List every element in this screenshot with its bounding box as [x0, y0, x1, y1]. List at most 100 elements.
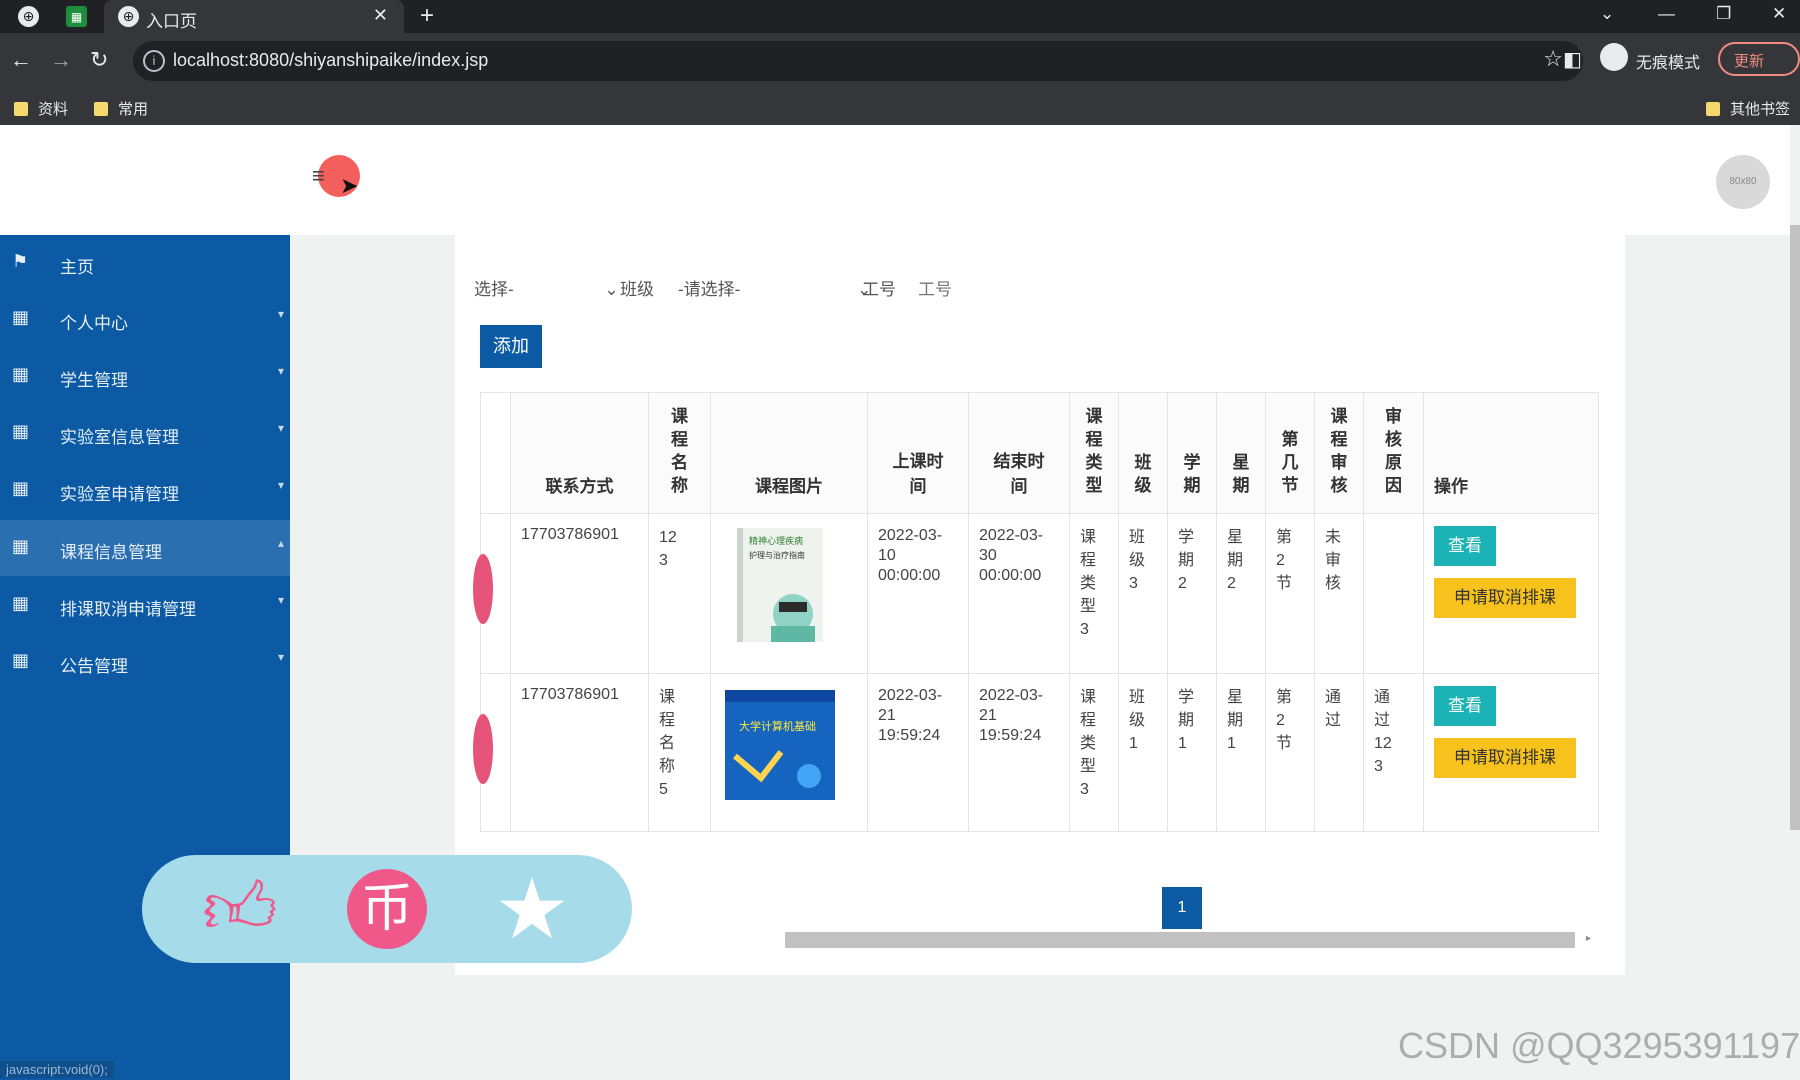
- reaction-bar: 👍︎ 币 ★: [142, 855, 632, 963]
- grid-icon: ▦: [12, 593, 30, 613]
- cell-class: 班级1: [1118, 673, 1168, 832]
- header-weekday: 星期: [1216, 392, 1266, 514]
- cell-text: 学期1: [1178, 689, 1195, 752]
- folder-icon: [14, 101, 28, 116]
- grid-icon: ▦: [12, 536, 30, 556]
- cell-reason: [1363, 513, 1424, 674]
- close-tab-icon[interactable]: ✕: [373, 5, 388, 26]
- cell-weekday: 星期2: [1216, 513, 1266, 674]
- sidebar-item-label: 排课取消申请管理: [60, 600, 196, 619]
- flag-icon: ⚑: [12, 251, 29, 271]
- cell-text: 星期2: [1227, 529, 1244, 592]
- cell-course-type: 课程类型3: [1069, 513, 1119, 674]
- close-window-icon[interactable]: ✕: [1772, 4, 1786, 24]
- sidebar-item-announcements[interactable]: ▦ 公告管理 ▾: [0, 634, 290, 690]
- horizontal-scrollbar[interactable]: ▸: [785, 932, 1591, 948]
- pagination-page-1[interactable]: 1: [1162, 887, 1202, 929]
- book-subtitle-text: 护理与治疗指南: [749, 550, 805, 560]
- restore-icon[interactable]: ❐: [1716, 4, 1731, 24]
- new-tab-icon[interactable]: +: [420, 2, 434, 30]
- url-input[interactable]: i localhost:8080/shiyanshipaike/index.js…: [133, 41, 1583, 81]
- star-icon[interactable]: ★: [492, 867, 572, 951]
- cell-end-time: 2022-03-21 19:59:24: [968, 673, 1070, 832]
- sidebar-item-lab-info[interactable]: ▦ 实验室信息管理 ▾: [0, 405, 290, 461]
- sheet-tab-icon[interactable]: ▦: [66, 6, 87, 27]
- chevron-icon: ▾: [277, 478, 284, 492]
- request-cancel-button[interactable]: 申请取消排课: [1434, 578, 1576, 618]
- globe-icon: ⊕: [118, 6, 139, 27]
- cell-text: 通过123: [1374, 689, 1392, 775]
- header-course-image: 课程图片: [710, 392, 868, 514]
- site-info-icon[interactable]: i: [143, 50, 165, 72]
- cell-text: 学期2: [1178, 529, 1195, 592]
- header-label: 第几节: [1281, 430, 1299, 495]
- chevron-down-icon: ⌄: [604, 280, 619, 299]
- update-button[interactable]: 更新: [1718, 42, 1800, 76]
- cell-term: 学期1: [1167, 673, 1217, 832]
- class-select-value: -请选择-: [678, 280, 741, 299]
- header-contact: 联系方式: [510, 392, 649, 514]
- request-cancel-button[interactable]: 申请取消排课: [1434, 738, 1576, 778]
- back-icon[interactable]: ←: [10, 47, 32, 73]
- course-table: 联系方式 课程名称 课程图片 上课时间 结束时间 课程类型 班级 学期 星期 第…: [473, 392, 1599, 832]
- table-header-row: 联系方式 课程名称 课程图片 上课时间 结束时间 课程类型 班级 学期 星期 第…: [480, 392, 1599, 514]
- like-icon[interactable]: 👍︎: [200, 869, 280, 949]
- view-button[interactable]: 查看: [1434, 686, 1496, 726]
- header-label: 课程名称: [671, 407, 688, 495]
- sidebar-item-course-info[interactable]: ▦ 课程信息管理 ▴: [0, 520, 290, 576]
- decoration-shape: [473, 714, 493, 784]
- other-bookmarks-label: 其他书签: [1730, 101, 1791, 118]
- staff-id-input[interactable]: 工号: [918, 275, 952, 300]
- cell-text: 2022-03-21 19:59:24: [979, 687, 1044, 744]
- cell-actions: 查看 申请取消排课: [1423, 673, 1599, 832]
- scroll-right-icon[interactable]: ▸: [1586, 933, 1591, 944]
- header-label: 学期: [1183, 453, 1201, 495]
- sidebar-item-lab-application[interactable]: ▦ 实验室申请管理 ▾: [0, 462, 290, 518]
- filter-select-1[interactable]: 选择- ⌄: [474, 275, 619, 300]
- menu-toggle-button[interactable]: ≡ ➤: [312, 155, 360, 198]
- class-select[interactable]: -请选择- ⌄: [678, 275, 871, 300]
- header-label: 课程类型: [1085, 407, 1103, 495]
- other-bookmarks[interactable]: 其他书签: [1706, 98, 1790, 119]
- browser-logo-icon[interactable]: ⊕: [18, 6, 39, 27]
- sidebar-item-students[interactable]: ▦ 学生管理 ▾: [0, 348, 290, 404]
- grid-icon: ▦: [12, 478, 30, 498]
- sidebar-item-cancel-requests[interactable]: ▦ 排课取消申请管理 ▾: [0, 577, 290, 633]
- grid-icon: ▦: [12, 364, 30, 384]
- cell-course-image: 大学计算机基础: [710, 673, 868, 832]
- cell-section: 第2节: [1265, 513, 1315, 674]
- sidebar-item-label: 主页: [60, 258, 94, 277]
- coin-icon[interactable]: 币: [347, 869, 427, 949]
- minimize-icon[interactable]: —: [1658, 4, 1675, 24]
- forward-icon[interactable]: →: [50, 47, 72, 73]
- view-button[interactable]: 查看: [1434, 526, 1496, 566]
- sidebar-item-label: 课程信息管理: [60, 543, 162, 562]
- sidebar-item-label: 实验室申请管理: [60, 485, 179, 504]
- header-end-time: 结束时间: [968, 392, 1070, 514]
- reload-icon[interactable]: ↻: [90, 47, 108, 73]
- side-panel-icon[interactable]: ◧: [1563, 47, 1582, 72]
- incognito-icon[interactable]: [1600, 43, 1628, 71]
- avatar[interactable]: 80x80: [1716, 155, 1770, 209]
- bookmark-folder-common[interactable]: 常用: [94, 98, 148, 119]
- sidebar-item-label: 公告管理: [60, 657, 128, 676]
- active-tab[interactable]: ⊕ 入口页 ✕: [104, 0, 404, 33]
- cell-term: 学期2: [1167, 513, 1217, 674]
- bookmark-star-icon[interactable]: ☆: [1543, 46, 1563, 72]
- cell-contact: 17703786901: [510, 673, 649, 832]
- bookmark-label: 常用: [118, 101, 149, 118]
- bookmark-folder-materials[interactable]: 资料: [14, 98, 68, 119]
- incognito-label: 无痕模式: [1636, 55, 1701, 72]
- watermark: CSDN @QQ3295391197: [1398, 1025, 1800, 1066]
- cell-course-type: 课程类型3: [1069, 673, 1119, 832]
- chevron-icon: ▾: [277, 593, 284, 607]
- sidebar-item-personal-center[interactable]: ▦ 个人中心 ▾: [0, 291, 290, 347]
- chevron-icon: ▾: [277, 364, 284, 378]
- tab-search-icon[interactable]: ⌄: [1600, 4, 1614, 24]
- add-button[interactable]: 添加: [480, 325, 542, 368]
- header-section: 第几节: [1265, 392, 1315, 514]
- sidebar-item-home[interactable]: ⚑ 主页: [0, 235, 290, 291]
- cell-text: 课程类型3: [1080, 689, 1097, 798]
- vertical-scrollbar[interactable]: [1790, 225, 1800, 830]
- scrollbar-thumb[interactable]: [785, 932, 1575, 948]
